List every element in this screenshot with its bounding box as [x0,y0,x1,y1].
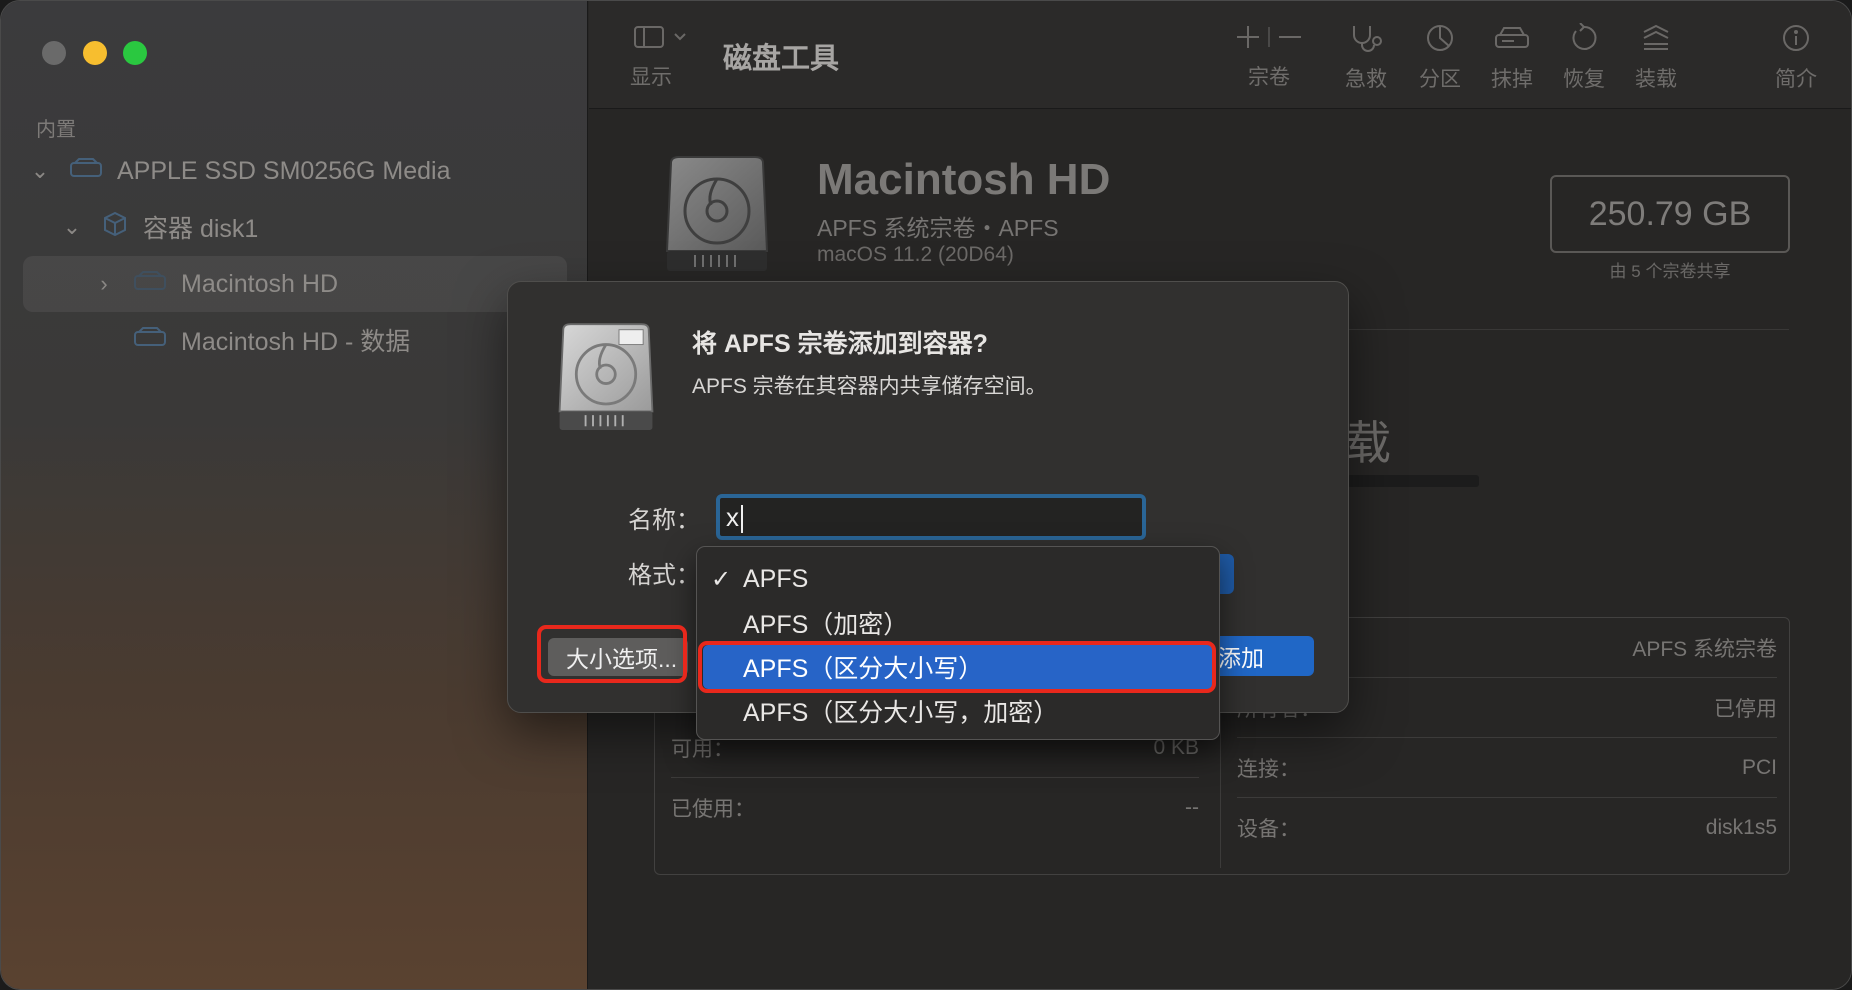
mount-button[interactable]: 装载 [1635,23,1677,93]
mount-label: 装载 [1635,68,1677,91]
info-value: 已停用 [1714,697,1777,721]
volume-name-value: x [726,502,739,532]
info-label: 连接： [1237,757,1300,781]
mount-icon [1643,24,1669,50]
volume-icon [133,326,167,355]
container-cube-icon [101,210,129,245]
info-label: 设备： [1237,818,1300,841]
format-option-label: APFS（区分大小写，加密） [743,699,1059,727]
info-value: PCI [1741,755,1777,779]
sidebar-toggle-icon [634,26,686,48]
text-caret [741,505,743,534]
add-button[interactable]: 添加 [1208,636,1314,676]
dialog-message: APFS 宗卷在其容器内共享储存空间。 [692,375,1047,398]
volume-label: 宗卷 [1248,66,1290,89]
chevron-right-icon[interactable]: › [93,271,115,297]
first-aid-label: 急救 [1345,68,1387,91]
zoom-window-button[interactable] [123,41,147,65]
mount-blurb: 载 [1345,417,1391,469]
dialog-title: 将 APFS 宗卷添加到容器? [692,330,988,358]
volume-subtitle: APFS 系统宗卷・APFS [817,215,1059,241]
sidebar: 内置 ⌄ APPLE SSD SM0256G Media ⌄ 容器 disk1 … [1,1,588,989]
volume-name-input[interactable]: x [716,494,1146,540]
volume-icon [133,270,167,299]
stethoscope-icon [1353,26,1382,52]
sidebar-item-container[interactable]: ⌄ 容器 disk1 [61,199,571,255]
info-icon [1783,25,1809,51]
disk-utility-window: 内置 ⌄ APPLE SSD SM0256G Media ⌄ 容器 disk1 … [0,0,1852,990]
restore-button[interactable]: 恢复 [1563,23,1605,93]
volume-os: macOS 11.2 (20D64) [817,243,1014,266]
info-value: -- [1185,796,1199,819]
view-toggle-button[interactable]: 显示 [630,23,691,91]
minimize-window-button[interactable] [83,41,107,65]
drive-icon [69,157,103,186]
format-option-label: APFS（加密） [743,611,909,639]
sidebar-item-label: 容器 disk1 [143,215,259,243]
format-label: 格式： [628,562,700,589]
sidebar-item-ssd[interactable]: ⌄ APPLE SSD SM0256G Media [29,143,569,199]
info-label: 简介 [1775,68,1817,91]
sidebar-item-macintosh-hd[interactable]: › Macintosh HD [23,256,567,312]
sidebar-item-label: APPLE SSD SM0256G Media [117,156,451,185]
info-row-used: 已使用： -- [671,778,1199,838]
volume-add-remove-button[interactable]: 宗卷 [1229,23,1309,91]
volume-name: Macintosh HD [817,155,1111,204]
annotation-highlight-case-sensitive [698,641,1216,693]
sidebar-item-macintosh-hd-data[interactable]: Macintosh HD - 数据 [115,312,565,368]
usage-bar-remnant [1347,475,1479,487]
erase-label: 抹掉 [1491,68,1533,91]
sidebar-item-label: Macintosh HD - 数据 [181,328,411,356]
first-aid-button[interactable]: 急救 [1345,23,1387,93]
format-option-apfs[interactable]: ✓ APFS [697,557,1219,601]
info-label: 已使用： [671,798,755,821]
format-option-apfs-encrypted[interactable]: APFS（加密） [697,601,1219,645]
checkmark-icon: ✓ [711,566,732,593]
hard-drive-icon [554,322,658,439]
toolbar: 显示 磁盘工具 宗卷 急救 分区 抹掉 恢复 装载 简介 [589,1,1851,109]
sidebar-item-label: Macintosh HD [181,269,338,298]
info-row-connection: 连接： PCI [1237,738,1777,798]
format-option-label: APFS [743,564,809,593]
chevron-down-icon[interactable]: ⌄ [61,214,83,240]
volume-size-note: 由 5 个宗卷共享 [1609,262,1731,281]
partition-button[interactable]: 分区 [1419,23,1461,93]
hard-drive-icon [661,155,773,280]
volume-size: 250.79 GB [1550,175,1790,253]
partition-label: 分区 [1419,68,1461,91]
annotation-highlight-size-options [537,625,687,683]
info-value: APFS 系统宗卷 [1632,637,1777,661]
name-label: 名称： [628,507,700,534]
erase-drive-icon [1495,27,1529,48]
info-row-device: 设备： disk1s5 [1237,798,1777,858]
sidebar-section-internal: 内置 [36,119,76,141]
erase-button[interactable]: 抹掉 [1491,23,1533,93]
close-window-button[interactable] [42,41,66,65]
view-label: 显示 [630,66,672,89]
pie-partition-icon [1427,25,1453,51]
restore-arrow-icon [1572,23,1597,50]
format-option-apfs-case-sensitive-encrypted[interactable]: APFS（区分大小写，加密） [697,689,1219,733]
restore-label: 恢复 [1563,68,1605,91]
info-button[interactable]: 简介 [1775,23,1817,93]
info-value: disk1s5 [1705,816,1777,839]
app-title: 磁盘工具 [723,43,840,75]
plus-minus-icon [1237,26,1301,48]
chevron-down-icon[interactable]: ⌄ [29,158,51,184]
